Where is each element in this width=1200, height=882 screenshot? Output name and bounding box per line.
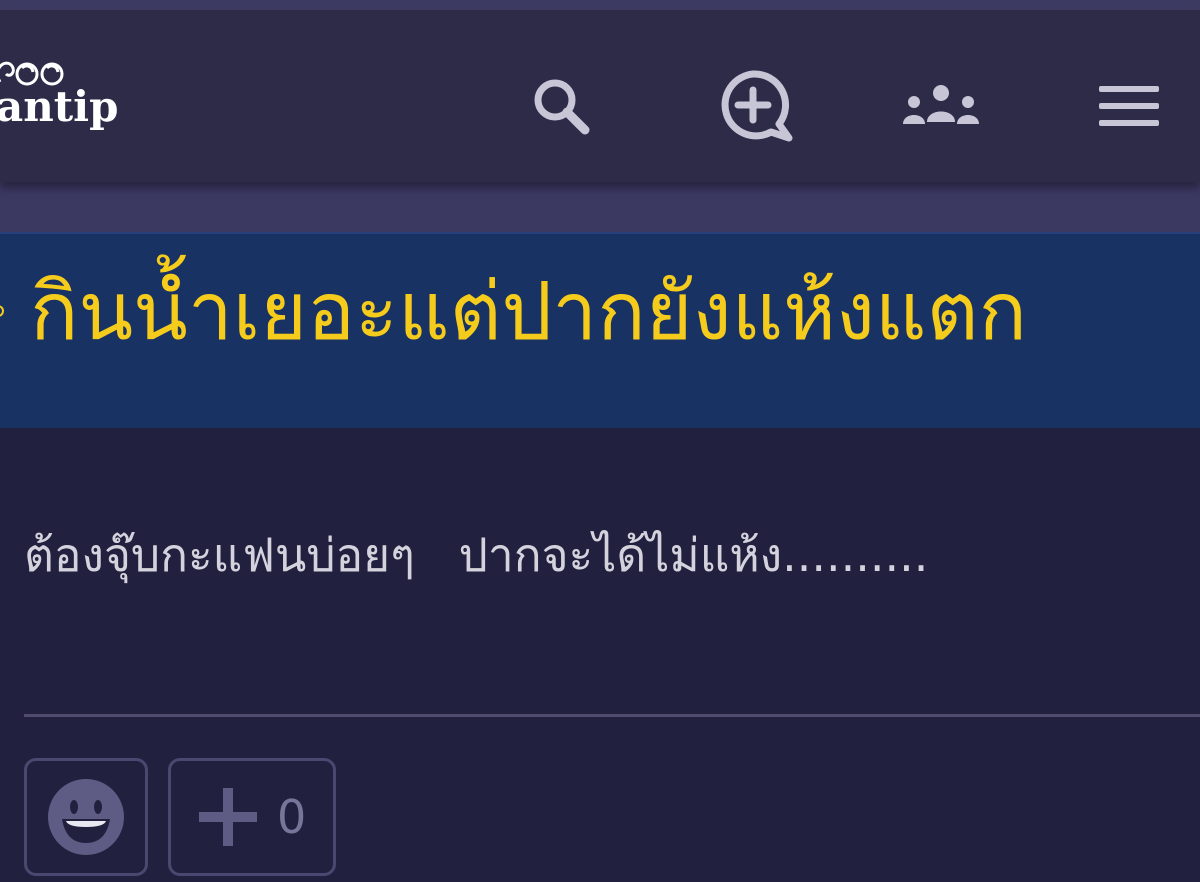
top-strip	[0, 0, 1200, 10]
sub-navigation-bar	[0, 182, 1200, 232]
reply-text: ต้องจุ๊บกะแฟนบ่อยๆ ปากจะได้ไม่แห้ง......…	[24, 528, 929, 582]
add-topic-icon	[721, 70, 793, 142]
menu-button[interactable]	[1084, 58, 1174, 154]
vote-button[interactable]: 0	[168, 758, 336, 876]
vote-count: 0	[277, 790, 307, 844]
search-button[interactable]	[516, 58, 606, 154]
group-icon	[903, 85, 979, 124]
pantip-logo[interactable]: antip	[0, 52, 119, 142]
topic-title: กินน้ำเยอะแต่ปากยังแห้งแตก	[30, 265, 1027, 358]
community-button[interactable]	[896, 58, 986, 154]
logo-text: antip	[0, 82, 119, 131]
new-topic-button[interactable]	[708, 58, 798, 154]
menu-icon	[1099, 86, 1159, 126]
app-header: antip	[0, 10, 1200, 182]
reply-divider	[24, 714, 1200, 717]
smile-icon	[48, 779, 124, 855]
search-icon	[534, 79, 590, 135]
emotion-button[interactable]	[24, 758, 148, 876]
plus-icon	[199, 788, 257, 846]
